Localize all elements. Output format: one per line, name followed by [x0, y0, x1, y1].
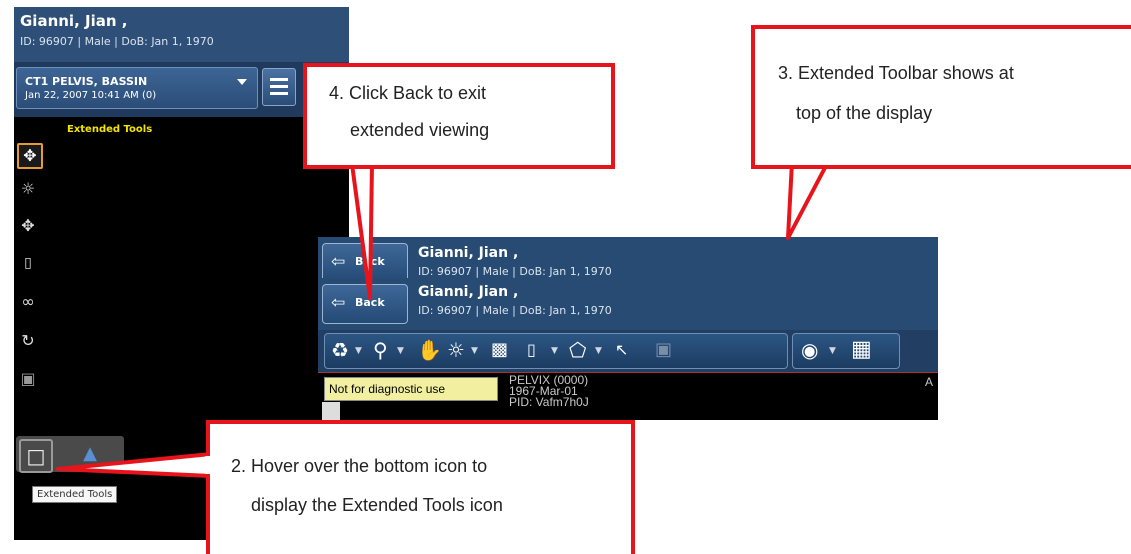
callout-tail-joins [205, 156, 826, 474]
